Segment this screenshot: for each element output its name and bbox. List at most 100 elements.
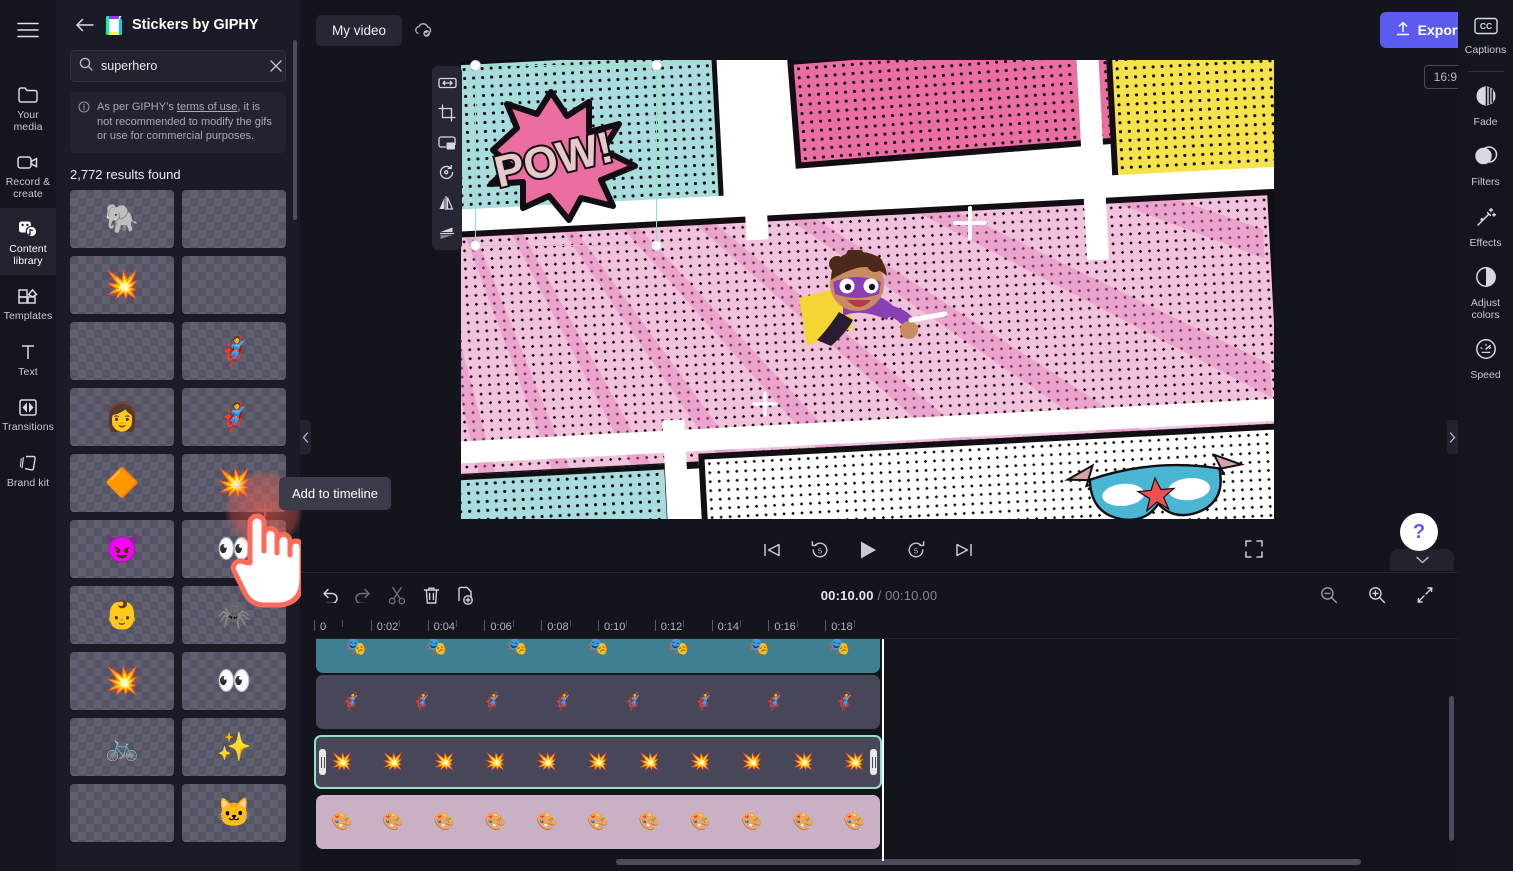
tool-label: Speed: [1470, 369, 1501, 381]
clip-thumbnail-strip: 🎭 🎭 🎭 🎭 🎭 🎭 🎭: [316, 639, 880, 673]
tool-effects[interactable]: Effects: [1458, 197, 1513, 258]
sticker-cell[interactable]: 😈: [70, 519, 174, 578]
clip-thumbnail: 💥: [741, 752, 763, 771]
timeline-vertical-scrollbar[interactable]: [1449, 696, 1454, 841]
undo-icon[interactable]: [314, 580, 344, 610]
fit-width-icon[interactable]: [436, 72, 458, 94]
flip-vertical-icon[interactable]: [436, 222, 458, 244]
playhead[interactable]: [882, 639, 884, 861]
clip-thumbnail: 💥: [433, 752, 455, 771]
preview-stage: POW! 16:9 5 5: [300, 60, 1513, 559]
skip-forward-icon[interactable]: [951, 537, 977, 563]
sticker-cell[interactable]: 💥: [70, 255, 174, 314]
timeline-horizontal-scrollbar[interactable]: [616, 859, 1361, 865]
rotate-icon[interactable]: [436, 162, 458, 184]
zoom-in-icon[interactable]: [1362, 580, 1392, 610]
pip-icon[interactable]: [436, 132, 458, 154]
sticker-cell[interactable]: ✨: [182, 717, 286, 776]
play-icon[interactable]: [855, 537, 881, 563]
sticker-cell[interactable]: 💥: [70, 651, 174, 710]
sidebar-item-record-create[interactable]: Record & create: [0, 141, 56, 208]
tool-adjust-colors[interactable]: Adjust colors: [1458, 257, 1513, 329]
purple-villain-sticker: 😈: [104, 532, 140, 564]
sticker-cell[interactable]: 👩: [70, 387, 174, 446]
flip-horizontal-icon[interactable]: [436, 192, 458, 214]
search-input[interactable]: [101, 59, 262, 73]
clear-x-icon[interactable]: [270, 59, 282, 73]
sticker-cell[interactable]: 👶: [70, 585, 174, 644]
sidebar-item-transitions[interactable]: Transitions: [0, 386, 56, 442]
back-arrow-icon[interactable]: [74, 14, 96, 36]
timeline-clip[interactable]: 🎭 🎭 🎭 🎭 🎭 🎭 🎭: [316, 639, 880, 673]
clip-thumbnail: 💥: [536, 752, 558, 771]
hamburger-menu-icon[interactable]: [8, 10, 48, 50]
clip-thumbnail: 🦸: [481, 692, 503, 711]
sticker-cell[interactable]: [70, 783, 174, 842]
timeline-clip[interactable]: 🦸 🦸 🦸 🦸 🦸 🦸 🦸 🦸: [316, 675, 880, 729]
sticker-cell[interactable]: [70, 321, 174, 380]
skip-back-icon[interactable]: [759, 537, 785, 563]
timeline-ruler[interactable]: 0 0:02 0:04 0:06 0:08 0:10 0:12 0:14 0:16 0:18: [314, 617, 1458, 639]
clip-thumbnail: 🦸: [693, 692, 715, 711]
pow-sticker-object[interactable]: POW!: [485, 88, 645, 223]
sidebar-item-brand-kit[interactable]: Brand kit: [0, 442, 56, 498]
clip-thumbnail: 💥: [689, 752, 712, 771]
clip-thumbnail: 🎭: [345, 639, 367, 656]
fit-timeline-icon[interactable]: [1410, 580, 1440, 610]
sidebar-item-your-media[interactable]: Your media: [0, 74, 56, 141]
rewind-5s-icon[interactable]: 5: [807, 537, 833, 563]
sidebar-item-content-library[interactable]: Content library: [0, 208, 56, 275]
tool-label: Effects: [1469, 236, 1502, 249]
timeline-clip[interactable]: 🎨 🎨 🎨 🎨 🎨 🎨 🎨 🎨 🎨 🎨 🎨: [316, 795, 880, 849]
forward-5s-icon[interactable]: 5: [903, 537, 929, 563]
timeline-collapse-button[interactable]: [1390, 549, 1454, 571]
sticker-cell[interactable]: 🚲: [70, 717, 174, 776]
left-nav-rail: Your media Record & create Content libra…: [0, 0, 56, 871]
tool-label: Captions: [1464, 44, 1507, 56]
sticker-cell[interactable]: 🐱: [182, 783, 286, 842]
zoom-out-icon[interactable]: [1314, 580, 1344, 610]
timeline-clip[interactable]: 💥 💥 💥 💥 💥 💥 💥 💥 💥 💥 💥: [314, 735, 882, 789]
search-icon: [79, 57, 93, 76]
trim-handle-right[interactable]: [870, 749, 877, 775]
superman-and-batman-sticker: 🦸: [216, 334, 252, 366]
terms-of-use-link[interactable]: terms of use: [177, 101, 238, 113]
clip-thumbnail-strip: 💥 💥 💥 💥 💥 💥 💥 💥 💥 💥 💥: [316, 737, 880, 787]
tool-label: Fade: [1473, 115, 1498, 128]
sticker-cell[interactable]: 👀: [182, 651, 286, 710]
sidebar-item-label: Transitions: [1, 421, 55, 433]
sidebar-item-templates[interactable]: Templates: [0, 275, 56, 331]
clip-thumbnail: 🎨: [433, 812, 455, 831]
tool-captions[interactable]: CC Captions: [1458, 8, 1513, 65]
redo-icon[interactable]: [348, 580, 378, 610]
sticker-cell[interactable]: 🦸: [182, 321, 286, 380]
clip-thumbnail: 🎨: [843, 812, 865, 831]
search-box[interactable]: [70, 50, 286, 82]
video-preview-canvas[interactable]: POW!: [461, 60, 1274, 519]
help-button[interactable]: ?: [1400, 513, 1438, 551]
project-name-field[interactable]: My video: [316, 14, 403, 46]
trim-handle-left[interactable]: [319, 749, 326, 775]
spider-eyes-sticker: 👀: [216, 664, 252, 696]
clip-thumbnail: 🦸: [763, 692, 785, 711]
info-icon: [78, 101, 90, 144]
sticker-cell[interactable]: 🔶: [70, 453, 174, 512]
trash-icon[interactable]: [416, 580, 446, 610]
sticker-cell[interactable]: [182, 189, 286, 248]
panel-collapse-button[interactable]: [300, 420, 311, 454]
right-panel-collapse-button[interactable]: [1447, 420, 1458, 454]
tool-filters[interactable]: Filters: [1458, 136, 1513, 197]
crop-icon[interactable]: [436, 102, 458, 124]
sticker-cell[interactable]: 🐘: [70, 189, 174, 248]
sticker-cell[interactable]: 🦸: [182, 387, 286, 446]
tool-speed[interactable]: Speed: [1458, 329, 1513, 390]
panel-scrollbar[interactable]: [293, 40, 297, 220]
scissors-icon[interactable]: [382, 580, 412, 610]
tool-fade[interactable]: Fade: [1458, 76, 1513, 137]
duplicate-icon[interactable]: [450, 580, 480, 610]
sidebar-item-text[interactable]: Text: [0, 331, 56, 387]
fullscreen-icon[interactable]: [1242, 537, 1266, 561]
upload-icon: [1396, 21, 1410, 39]
filters-icon: [1474, 144, 1498, 173]
sticker-cell[interactable]: [182, 255, 286, 314]
